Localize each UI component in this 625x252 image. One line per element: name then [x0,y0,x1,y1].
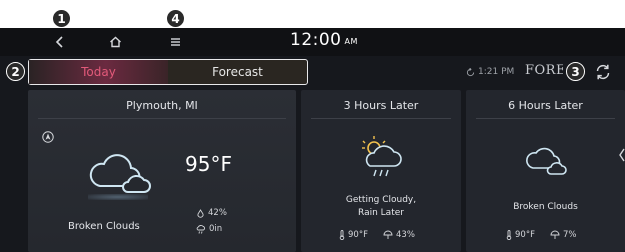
clock-ampm: AM [344,37,358,46]
today-card[interactable]: Plymouth, MI 95°F Broken Clouds 42% 0in [28,90,296,252]
forecast-condition: Getting Cloudy, Rain Later [301,194,461,220]
tab-forecast-label: Forecast [212,65,263,79]
humidity-stat: 42% [196,208,227,218]
forecast-precip: 43% [383,230,415,240]
scroll-right-chevron-icon[interactable] [619,148,625,162]
location-name: Plymouth, MI [126,99,198,112]
thermometer-icon [506,230,512,240]
home-button[interactable] [106,32,124,52]
humidity-value: 42% [208,208,227,218]
forecast-card-6h[interactable]: 6 Hours Later Broken Clouds 90°F 7% [466,90,625,252]
brand-logo: FORECA [525,63,563,78]
umbrella-icon [550,230,560,239]
forecast-temp-value: 90°F [348,230,368,240]
thermometer-icon [339,230,345,240]
callout-3: 3 [566,62,585,81]
forecast-condition: Broken Clouds [466,201,625,214]
divider [38,118,286,119]
clock-time: 12:00 [290,30,342,50]
callout-1: 1 [52,9,71,28]
umbrella-icon [383,230,393,239]
navigation-icon [42,131,54,143]
forecast-condition-line2: Rain Later [358,208,404,218]
callout-4: 4 [166,9,185,28]
tab-today-label: Today [81,65,116,79]
forecast-temperature: 90°F [506,230,535,240]
top-bar: 12:00 AM [0,28,625,56]
forecast-precip: 7% [550,230,577,240]
menu-button[interactable] [166,32,184,52]
forecast-title: 6 Hours Later [508,99,583,112]
cloudy-rain-sun-icon [362,136,402,177]
tab-today[interactable]: Today [29,60,168,84]
back-button[interactable] [50,32,68,52]
forecast-condition-line1: Getting Cloudy, [345,195,417,205]
home-icon [109,36,121,48]
divider [476,118,615,119]
precipitation-value: 0in [209,224,223,234]
forecast-condition-line1: Broken Clouds [513,202,578,212]
tab-forecast[interactable]: Forecast [168,60,307,84]
refresh-button[interactable] [594,63,612,85]
divider [311,118,451,119]
broken-clouds-icon [89,154,151,193]
current-temperature: 95°F [185,152,232,176]
back-arrow-icon [55,36,63,48]
refresh-icon [596,64,610,80]
broken-clouds-icon [526,147,567,175]
forecast-precip-value: 7% [563,230,577,240]
forecast-title: 3 Hours Later [343,99,419,112]
rain-icon [196,224,205,234]
current-condition: Broken Clouds [68,221,140,232]
forecast-temperature: 90°F [339,230,368,240]
sync-icon [466,67,475,76]
view-tabs: Today Forecast [28,59,308,85]
precipitation-stat: 0in [196,224,222,234]
forecast-card-3h[interactable]: 3 Hours Later Getting Cloudy, Rain Later… [301,90,461,252]
humidity-icon [197,208,204,218]
callout-2: 2 [6,62,25,81]
clock: 12:00 AM [290,30,358,50]
menu-icon [170,38,180,46]
last-updated-time: 1:21 PM [478,67,515,77]
cloud-glow [88,194,148,200]
forecast-temp-value: 90°F [515,230,535,240]
forecast-precip-value: 43% [396,230,415,240]
last-updated: 1:21 PM [466,67,514,77]
